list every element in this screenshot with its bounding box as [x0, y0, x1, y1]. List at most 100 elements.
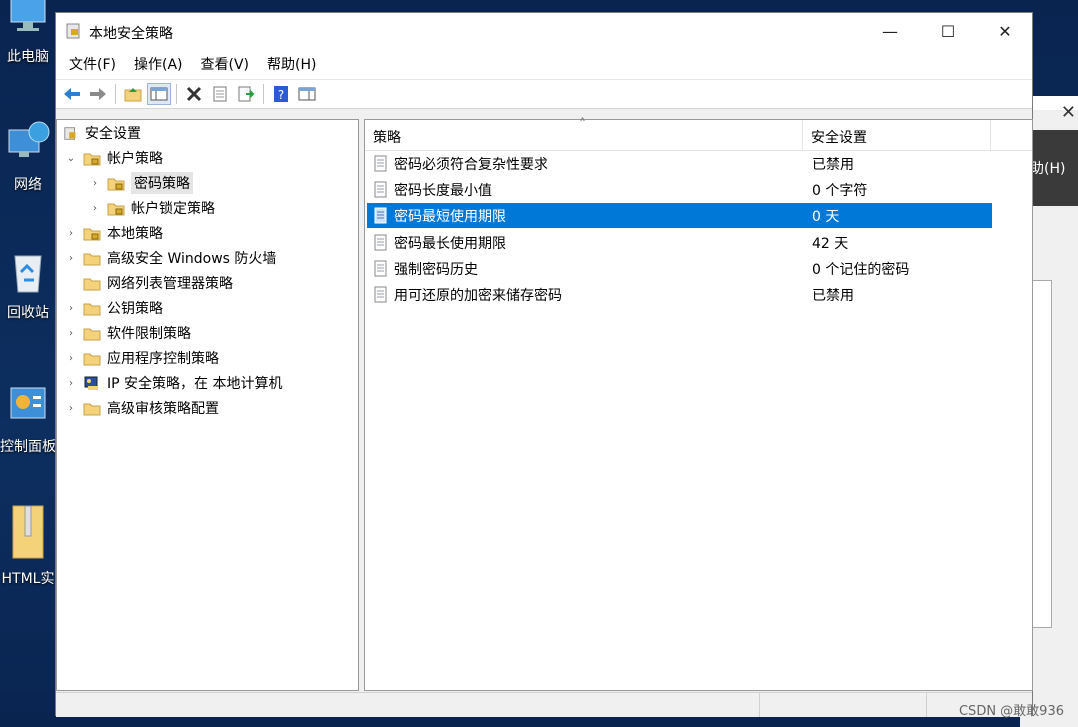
folder-lock-icon [83, 228, 101, 240]
background-window-close-icon[interactable]: ✕ [1061, 102, 1076, 123]
tree-node-label: 网络列表管理器策略 [107, 276, 233, 292]
properties-icon [213, 86, 227, 102]
folder-icon [83, 328, 101, 340]
policy-name: 密码最长使用期限 [394, 236, 506, 252]
properties-button[interactable] [208, 83, 232, 105]
folder-icon [83, 353, 101, 365]
chevron-down-icon[interactable]: ⌄ [65, 153, 77, 164]
folder-icon [83, 403, 101, 415]
menu-bar: 文件(F) 操作(A) 查看(V) 帮助(H) [56, 49, 1032, 79]
desktop-icon-label: 网络 [14, 177, 42, 193]
chevron-right-icon[interactable]: › [65, 253, 77, 264]
chevron-right-icon[interactable]: › [89, 178, 101, 189]
list-item[interactable]: 用可还原的加密来储存密码 已禁用 [367, 282, 992, 307]
forward-icon [90, 88, 106, 100]
tree-node-local-policies[interactable]: › 本地策略 [65, 222, 163, 244]
tree-node-label: 密码策略 [131, 172, 193, 194]
column-divider[interactable] [802, 120, 803, 150]
tree-node-network-list-manager[interactable]: 网络列表管理器策略 [83, 272, 233, 294]
menu-file[interactable]: 文件(F) [60, 54, 125, 74]
chevron-right-icon[interactable]: › [65, 353, 77, 364]
up-folder-icon [124, 88, 142, 102]
policy-setting: 已禁用 [812, 288, 854, 304]
desktop-icon-label: HTML实 [1, 571, 55, 587]
folder-icon [83, 253, 101, 265]
security-settings-icon [64, 126, 76, 140]
zip-folder-icon [12, 505, 44, 559]
desktop-icon-control-panel[interactable]: 控制面板 [0, 382, 56, 456]
policy-name: 密码长度最小值 [394, 183, 492, 199]
tree-node-label: 帐户锁定策略 [131, 201, 215, 217]
export-icon [238, 86, 255, 102]
policy-icon [374, 155, 387, 172]
chevron-right-icon[interactable]: › [65, 328, 77, 339]
tree-node-label: 安全设置 [85, 126, 141, 142]
tree-node-account-policies[interactable]: ⌄ 帐户策略 [65, 147, 163, 169]
policy-setting: 已禁用 [812, 157, 854, 173]
list-item[interactable]: 密码长度最小值 0 个字符 [367, 177, 992, 202]
desktop-icon-zip[interactable]: HTML实 [0, 504, 56, 588]
list-item[interactable]: 强制密码历史 0 个记住的密码 [367, 256, 992, 281]
tree-node-label: 本地策略 [107, 226, 163, 242]
policy-name: 强制密码历史 [394, 262, 478, 278]
desktop-icon-network[interactable]: 网络 [0, 120, 56, 194]
tree-node-password-policy[interactable]: › 密码策略 [89, 172, 193, 194]
column-header-policy[interactable]: 策略 [373, 127, 401, 147]
tree-node-account-lockout-policy[interactable]: › 帐户锁定策略 [89, 197, 215, 219]
tree-node-security-settings[interactable]: 安全设置 [63, 122, 141, 144]
desktop-icon-this-pc[interactable]: 此电脑 [0, 0, 56, 66]
window-title: 本地安全策略 [89, 26, 173, 42]
policy-name: 密码必须符合复杂性要求 [394, 157, 548, 173]
close-button[interactable]: ✕ [976, 13, 1034, 49]
toolbar-separator [176, 84, 177, 104]
tree-node-ip-security[interactable]: › IP 安全策略，在 本地计算机 [65, 372, 282, 394]
tree-node-public-key-policies[interactable]: › 公钥策略 [65, 297, 163, 319]
minimize-button[interactable]: — [861, 13, 919, 49]
local-security-policy-window: 本地安全策略 — ☐ ✕ 文件(F) 操作(A) 查看(V) 帮助(H) ? 安… [55, 12, 1033, 717]
console-tree: 安全设置 ⌄ 帐户策略 › 密码策略 › 帐户锁定策略 › 本地策略 › 高级安… [56, 119, 359, 691]
export-list-button[interactable] [234, 83, 258, 105]
tree-node-advanced-audit[interactable]: › 高级审核策略配置 [65, 397, 219, 419]
maximize-button[interactable]: ☐ [919, 13, 977, 49]
show-hide-console-tree-button[interactable] [147, 83, 171, 105]
menu-action[interactable]: 操作(A) [125, 54, 192, 74]
chevron-right-icon[interactable]: › [65, 228, 77, 239]
policy-icon [374, 234, 387, 251]
background-menu-fragment[interactable]: 助(H) [1030, 158, 1065, 178]
tree-node-application-control[interactable]: › 应用程序控制策略 [65, 347, 219, 369]
folder-icon [83, 278, 101, 290]
folder-icon [83, 303, 101, 315]
policy-name: 密码最短使用期限 [394, 209, 506, 225]
chevron-right-icon[interactable]: › [65, 303, 77, 314]
help-icon: ? [274, 86, 288, 102]
tree-node-label: 应用程序控制策略 [107, 351, 219, 367]
policy-setting: 0 个字符 [812, 183, 868, 199]
view-button[interactable] [295, 83, 319, 105]
list-header: 策略 ˄ 安全设置 [365, 117, 1032, 151]
ip-security-icon [84, 376, 98, 390]
column-divider[interactable] [990, 120, 991, 150]
title-bar[interactable]: 本地安全策略 — ☐ ✕ [56, 13, 1032, 49]
menu-help[interactable]: 帮助(H) [258, 54, 325, 74]
toolbar-separator [263, 84, 264, 104]
menu-view[interactable]: 查看(V) [192, 54, 259, 74]
list-item[interactable]: 密码最长使用期限 42 天 [367, 230, 992, 255]
security-policy-app-icon [66, 23, 80, 39]
chevron-right-icon[interactable]: › [65, 403, 77, 414]
list-item[interactable]: 密码必须符合复杂性要求 已禁用 [367, 151, 992, 176]
list-item-selected[interactable]: 密码最短使用期限 0 天 [367, 203, 992, 228]
desktop-icon-recycle-bin[interactable]: 回收站 [0, 248, 56, 322]
folder-lock-icon [107, 178, 125, 190]
forward-button[interactable] [86, 83, 110, 105]
chevron-right-icon[interactable]: › [89, 203, 101, 214]
delete-button[interactable] [182, 83, 206, 105]
tree-node-windows-firewall[interactable]: › 高级安全 Windows 防火墙 [65, 247, 276, 269]
column-header-security-setting[interactable]: 安全设置 [811, 127, 867, 147]
back-button[interactable] [60, 83, 84, 105]
tree-node-software-restriction[interactable]: › 软件限制策略 [65, 322, 191, 344]
up-one-level-button[interactable] [121, 83, 145, 105]
help-button[interactable]: ? [269, 83, 293, 105]
chevron-right-icon[interactable]: › [65, 378, 77, 389]
policy-icon [374, 260, 387, 277]
tree-node-label: 软件限制策略 [107, 326, 191, 342]
